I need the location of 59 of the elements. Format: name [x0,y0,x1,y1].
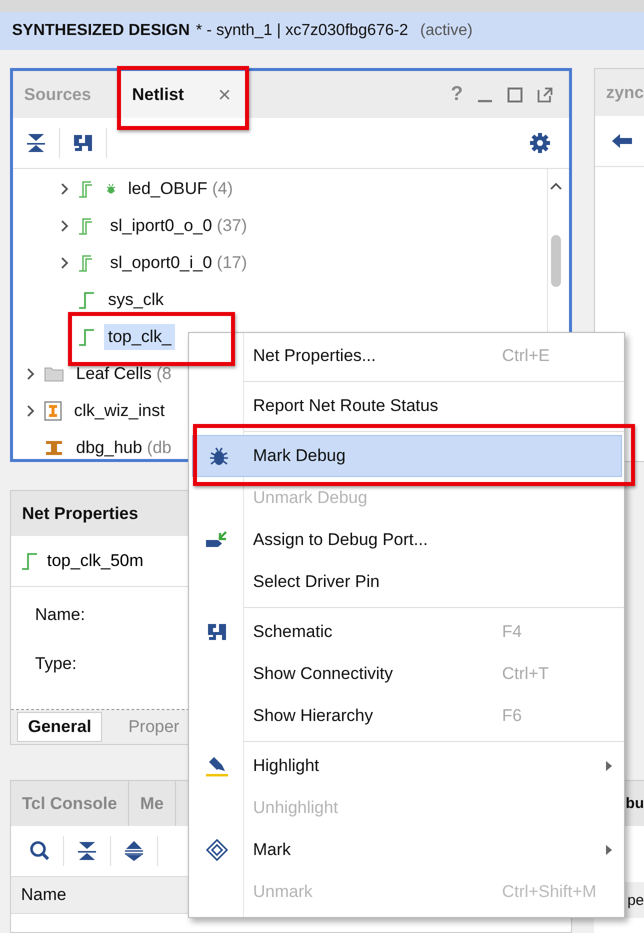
close-icon[interactable]: × [218,82,231,108]
tree-item[interactable]: sl_oport0_i_0 (17) [106,250,252,276]
highlighter-icon [204,755,228,777]
scrollbar-thumb[interactable] [551,235,561,287]
chevron-icon[interactable] [60,218,70,232]
back-icon[interactable] [611,133,633,149]
field-label: Type: [35,654,77,674]
design-info: * - synth_1 | xc7z030fbg676-2 [196,22,408,40]
hub-icon [44,438,64,456]
settings-icon[interactable] [529,132,551,154]
tree-item[interactable]: top_clk_ [104,324,176,350]
menu-item[interactable]: Select Driver Pin [189,561,621,603]
maximize-icon[interactable] [507,86,523,102]
tag-icon [204,530,228,550]
chevron-icon[interactable] [26,404,36,418]
tree-item[interactable]: Leaf Cells (8 [72,360,176,386]
menu-item[interactable]: Schematic F4 [189,611,621,653]
submenu-arrow-icon [605,760,613,772]
menu-item[interactable]: Show Hierarchy F6 [189,695,621,737]
search-icon[interactable] [29,840,51,862]
menu-item[interactable]: Mark Debug [192,435,622,477]
net-icon [78,326,96,346]
net-icon [78,290,96,310]
window-title: SYNTHESIZED DESIGN [12,22,190,40]
collapse-all-icon[interactable] [76,840,98,862]
panel-tab[interactable]: Netlist × [121,71,245,118]
column-header[interactable]: pe [627,892,644,908]
schematic-icon [206,621,228,643]
menu-item[interactable]: Net Properties... Ctrl+E [189,335,621,377]
panel-tab[interactable]: bu [626,795,644,812]
tree-item[interactable]: dbg_hub (db [72,434,176,458]
diamond-icon [206,839,228,861]
menu-item[interactable]: Report Net Route Status [189,385,621,427]
menu-item[interactable]: Highlight [189,745,621,787]
chevron-icon[interactable] [26,366,36,380]
float-window-icon[interactable] [537,86,553,102]
tree-item[interactable]: clk_wiz_inst [70,398,169,424]
folder-icon [44,366,64,382]
panel-tab[interactable]: General [17,712,102,742]
tree-item[interactable]: led_OBUF (4) [124,176,237,202]
schematic-icon[interactable] [72,132,94,154]
chevron-icon[interactable] [60,182,70,196]
submenu-arrow-icon [605,844,613,856]
column-header[interactable]: Name [21,885,66,905]
chevron-icon[interactable] [60,256,70,270]
tree-item[interactable]: sys_clk [104,286,168,312]
panel-title: Net Properties [22,504,138,524]
menu-item[interactable]: Show Connectivity Ctrl+T [189,653,621,695]
net-name: top_clk_50m [47,551,144,571]
tree-item[interactable]: sl_iport0_o_0 (37) [106,212,252,238]
net-icon [21,551,39,571]
cell-icon [44,400,62,420]
field-label: Name: [35,605,86,625]
status-label: (active) [420,22,473,40]
expand-all-icon[interactable] [123,840,145,862]
menu-item[interactable]: Mark [189,829,621,871]
collapse-all-icon[interactable] [25,132,47,154]
menu-item[interactable]: Assign to Debug Port... [189,519,621,561]
bug-icon [208,445,230,467]
